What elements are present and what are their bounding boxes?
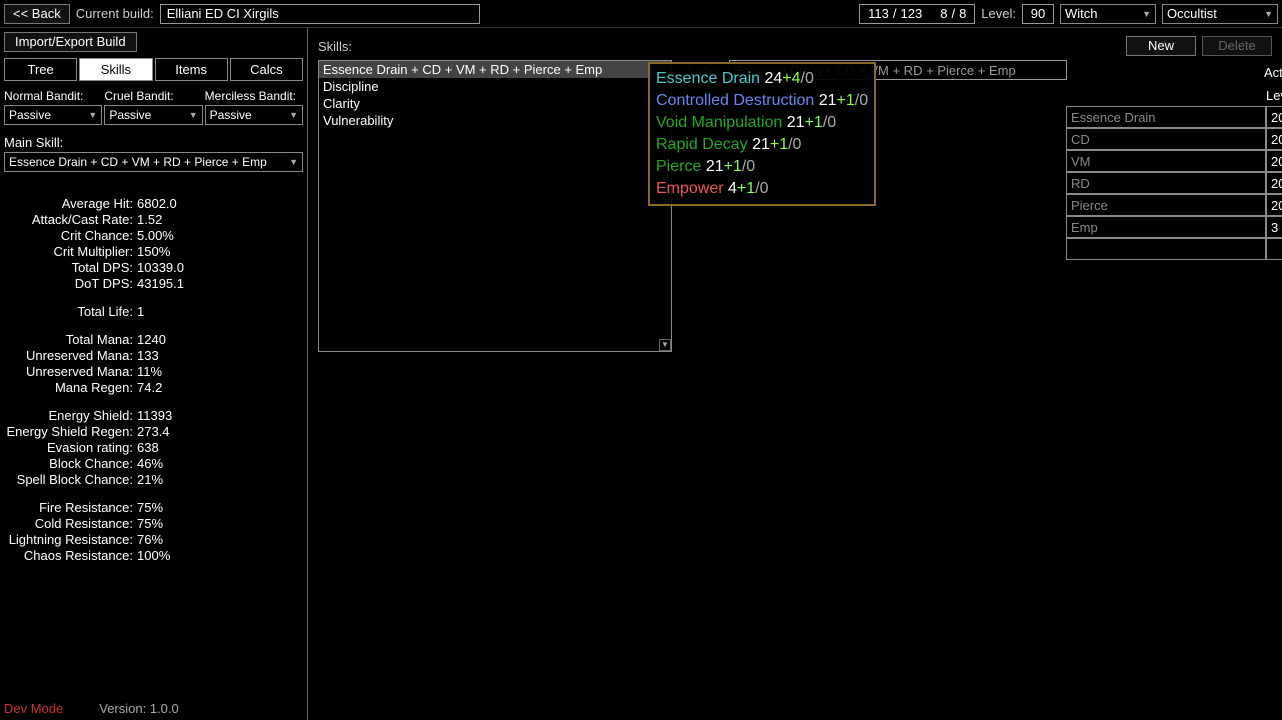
level-label: Level: bbox=[981, 6, 1016, 21]
asc-points-total: 8 bbox=[959, 6, 966, 21]
skill-list-item[interactable]: Discipline bbox=[319, 78, 671, 95]
tooltip-line: Empower 4+1/0 bbox=[656, 178, 868, 200]
main-skill-label: Main Skill: bbox=[4, 135, 303, 150]
gem-row bbox=[1066, 172, 1282, 194]
stat-line: Attack/Cast Rate:1.52 bbox=[4, 212, 303, 228]
points-box: 113 / 123 8 / 8 bbox=[859, 4, 975, 24]
stat-line: Chaos Resistance:100% bbox=[4, 548, 303, 564]
skill-list-item[interactable]: Essence Drain + CD + VM + RD + Pierce + … bbox=[319, 61, 671, 78]
stat-line: Total Mana:1240 bbox=[4, 332, 303, 348]
sidebar: Import/Export Build Tree Skills Items Ca… bbox=[0, 28, 308, 720]
stat-line: Crit Chance:5.00% bbox=[4, 228, 303, 244]
gem-row bbox=[1066, 128, 1282, 150]
gem-level-input[interactable] bbox=[1266, 194, 1282, 216]
scroll-down-icon[interactable]: ▼ bbox=[659, 339, 671, 351]
gem-level-input[interactable] bbox=[1266, 150, 1282, 172]
tab-items[interactable]: Items bbox=[155, 58, 228, 81]
build-name-input[interactable] bbox=[160, 4, 480, 24]
view-tabs: Tree Skills Items Calcs bbox=[4, 58, 303, 81]
gem-name-input[interactable] bbox=[1066, 194, 1266, 216]
current-build-label: Current build: bbox=[76, 6, 154, 21]
ascendancy-select[interactable]: Occultist bbox=[1162, 4, 1278, 24]
tooltip-line: Controlled Destruction 21+1/0 bbox=[656, 90, 868, 112]
gem-table bbox=[1066, 106, 1282, 260]
main-skill-select[interactable]: Essence Drain + CD + VM + RD + Pierce + … bbox=[4, 152, 303, 172]
stat-line: Crit Multiplier:150% bbox=[4, 244, 303, 260]
stat-line: Average Hit:6802.0 bbox=[4, 196, 303, 212]
gem-row bbox=[1066, 216, 1282, 238]
normal-bandit-select[interactable]: Passive bbox=[4, 105, 102, 125]
stat-line: DoT DPS:43195.1 bbox=[4, 276, 303, 292]
skill-list[interactable]: Essence Drain + CD + VM + RD + Pierce + … bbox=[318, 60, 672, 352]
top-bar: << Back Current build: 113 / 123 8 / 8 L… bbox=[0, 0, 1282, 28]
import-export-button[interactable]: Import/Export Build bbox=[4, 32, 137, 52]
gem-name-input[interactable] bbox=[1066, 172, 1266, 194]
skill-list-item[interactable]: Vulnerability bbox=[319, 112, 671, 129]
dev-mode-label: Dev Mode bbox=[4, 701, 63, 716]
gem-row bbox=[1066, 194, 1282, 216]
skill-list-item[interactable]: Clarity bbox=[319, 95, 671, 112]
gem-row bbox=[1066, 106, 1282, 128]
stat-line: Energy Shield:11393 bbox=[4, 408, 303, 424]
gem-name-input[interactable] bbox=[1066, 216, 1266, 238]
stat-line: Fire Resistance:75% bbox=[4, 500, 303, 516]
stat-line: Spell Block Chance:21% bbox=[4, 472, 303, 488]
gem-row bbox=[1066, 150, 1282, 172]
gem-level-input[interactable] bbox=[1266, 216, 1282, 238]
stat-line: Energy Shield Regen:273.4 bbox=[4, 424, 303, 440]
gem-level-input[interactable] bbox=[1266, 238, 1282, 260]
tooltip-line: Pierce 21+1/0 bbox=[656, 156, 868, 178]
gem-name-input[interactable] bbox=[1066, 238, 1266, 260]
cruel-bandit-select[interactable]: Passive bbox=[104, 105, 202, 125]
stat-line: Unreserved Mana:11% bbox=[4, 364, 303, 380]
new-skill-button[interactable]: New bbox=[1126, 36, 1196, 56]
asc-points-used: 8 bbox=[940, 6, 947, 21]
stat-line: Block Chance:46% bbox=[4, 456, 303, 472]
points-used: 113 bbox=[868, 6, 889, 21]
version-label: Version: 1.0.0 bbox=[99, 701, 179, 716]
class-select[interactable]: Witch bbox=[1060, 4, 1156, 24]
tab-skills[interactable]: Skills bbox=[79, 58, 152, 81]
stat-line: Unreserved Mana:133 bbox=[4, 348, 303, 364]
back-button[interactable]: << Back bbox=[4, 4, 70, 24]
tooltip-line: Rapid Decay 21+1/0 bbox=[656, 134, 868, 156]
level-column-header: Level: bbox=[1266, 88, 1282, 103]
stat-line: Mana Regen:74.2 bbox=[4, 380, 303, 396]
skills-header-label: Skills: bbox=[318, 39, 1120, 54]
normal-bandit-label: Normal Bandit: bbox=[4, 89, 102, 103]
gem-level-input[interactable] bbox=[1266, 106, 1282, 128]
merciless-bandit-select[interactable]: Passive bbox=[205, 105, 303, 125]
gem-tooltip: Essence Drain 24+4/0Controlled Destructi… bbox=[648, 62, 876, 206]
gem-name-input[interactable] bbox=[1066, 150, 1266, 172]
points-total: 123 bbox=[901, 6, 923, 21]
tooltip-line: Essence Drain 24+4/0 bbox=[656, 68, 868, 90]
stat-line: Evasion rating:638 bbox=[4, 440, 303, 456]
gem-name-input[interactable] bbox=[1066, 128, 1266, 150]
merciless-bandit-label: Merciless Bandit: bbox=[205, 89, 303, 103]
gem-level-input[interactable] bbox=[1266, 128, 1282, 150]
gem-row bbox=[1066, 238, 1282, 260]
cruel-bandit-label: Cruel Bandit: bbox=[104, 89, 202, 103]
tab-tree[interactable]: Tree bbox=[4, 58, 77, 81]
stat-line: Total Life:1 bbox=[4, 304, 303, 320]
gem-name-input[interactable] bbox=[1066, 106, 1266, 128]
stat-line: Lightning Resistance:76% bbox=[4, 532, 303, 548]
gem-level-input[interactable] bbox=[1266, 172, 1282, 194]
tooltip-line: Void Manipulation 21+1/0 bbox=[656, 112, 868, 134]
delete-skill-button[interactable]: Delete bbox=[1202, 36, 1272, 56]
active-label: Active: bbox=[1264, 65, 1282, 80]
stats-block: Average Hit:6802.0Attack/Cast Rate:1.52C… bbox=[4, 196, 303, 564]
stat-line: Total DPS:10339.0 bbox=[4, 260, 303, 276]
stat-line: Cold Resistance:75% bbox=[4, 516, 303, 532]
tab-calcs[interactable]: Calcs bbox=[230, 58, 303, 81]
level-input[interactable] bbox=[1022, 4, 1054, 24]
